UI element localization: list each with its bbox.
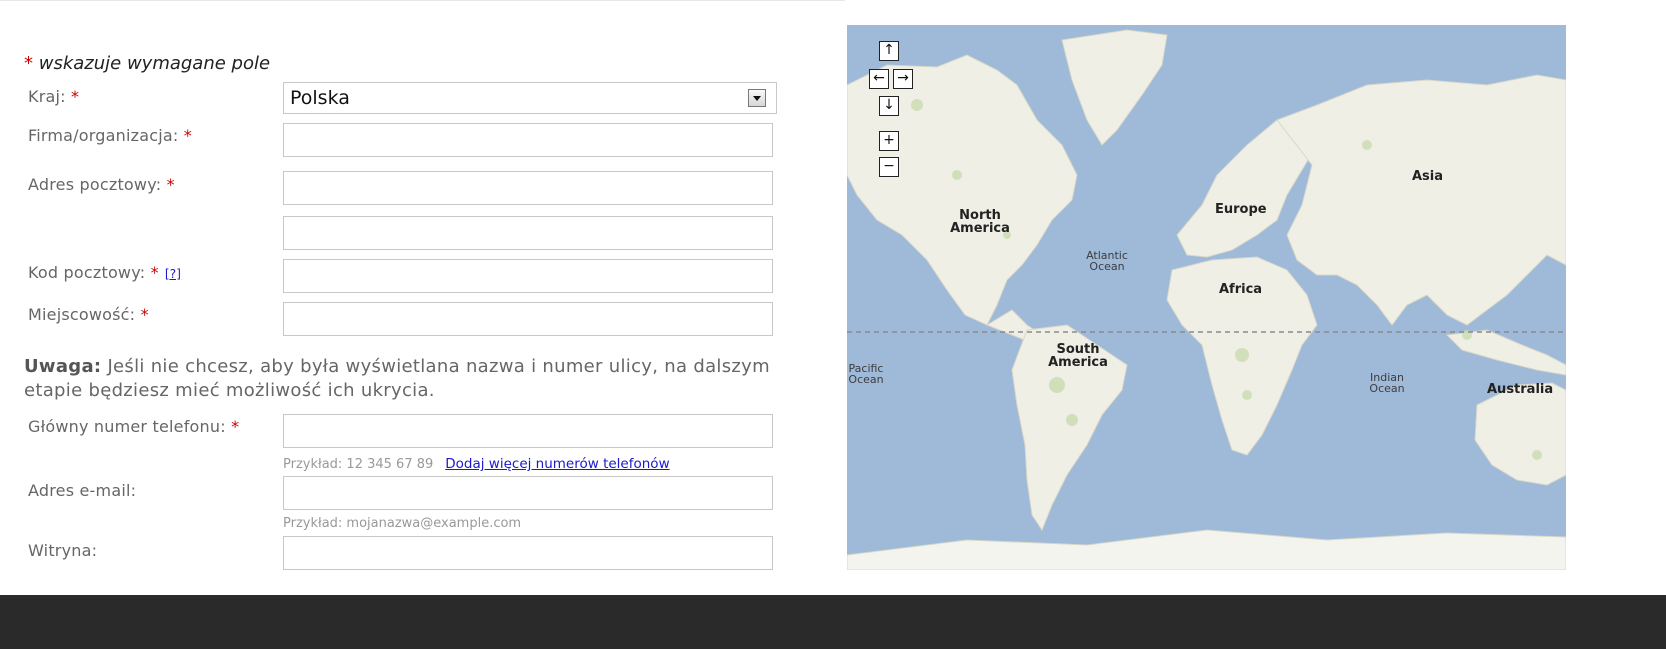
company-label: Firma/organizacja: *	[28, 126, 192, 145]
required-mark: *	[140, 305, 149, 324]
map-canvas	[847, 25, 1566, 570]
privacy-note: Uwaga: Jeśli nie chcesz, aby była wyświe…	[24, 355, 814, 403]
email-label: Adres e-mail:	[28, 481, 137, 500]
add-phone-numbers-link[interactable]: Dodaj więcej numerów telefonów	[445, 456, 669, 472]
dropdown-arrow-icon[interactable]	[748, 89, 766, 107]
north-america-label: North America	[950, 208, 1010, 236]
address-line2-input[interactable]	[283, 216, 773, 250]
postal-help-link[interactable]: [?]	[165, 267, 181, 281]
required-mark: *	[71, 87, 80, 106]
postal-code-input[interactable]	[283, 259, 773, 293]
note-bold: Uwaga:	[24, 356, 102, 377]
company-label-text: Firma/organizacja:	[28, 126, 179, 145]
address-label-text: Adres pocztowy:	[28, 175, 162, 194]
email-hint: Przykład: mojanazwa@example.com	[283, 516, 522, 531]
required-mark: *	[231, 417, 240, 436]
pan-left-button[interactable]: ←	[869, 69, 889, 89]
postal-label-text: Kod pocztowy:	[28, 263, 146, 282]
country-label-text: Kraj:	[28, 87, 66, 106]
phone-hint: Przykład: 12 345 67 89 Dodaj więcej numer…	[283, 456, 670, 472]
business-form: * wskazuje wymagane pole Kraj: * Polska …	[0, 0, 845, 576]
city-label-text: Miejscowość:	[28, 305, 136, 324]
country-select[interactable]: Polska	[283, 82, 777, 114]
website-input[interactable]	[283, 536, 773, 570]
required-note: * wskazuje wymagane pole	[24, 53, 270, 74]
phone-label-text: Główny numer telefonu:	[28, 417, 226, 436]
country-label: Kraj: *	[28, 87, 79, 106]
phone-hint-text: Przykład: 12 345 67 89	[283, 457, 434, 472]
pan-down-button[interactable]: ↓	[879, 96, 899, 116]
required-mark: *	[24, 53, 33, 74]
address-label: Adres pocztowy: *	[28, 175, 175, 194]
africa-label: Africa	[1219, 282, 1263, 297]
phone-label: Główny numer telefonu: *	[28, 417, 239, 436]
company-input[interactable]	[283, 123, 773, 157]
country-select-value: Polska	[290, 87, 350, 109]
required-mark: *	[166, 175, 175, 194]
south-america-label: South America	[1048, 342, 1108, 370]
asia-label: Asia	[1412, 169, 1444, 184]
pan-up-button[interactable]: ↑	[879, 41, 899, 61]
pacific-ocean-label: Pacific Ocean	[848, 362, 884, 386]
address-line1-input[interactable]	[283, 171, 773, 205]
atlantic-ocean-label: Atlantic Ocean	[1086, 249, 1128, 273]
note-text: Jeśli nie chcesz, aby była wyświetlana n…	[24, 356, 770, 401]
required-mark: *	[183, 126, 192, 145]
city-label: Miejscowość: *	[28, 305, 149, 324]
zoom-in-button[interactable]: +	[879, 131, 899, 151]
city-input[interactable]	[283, 302, 773, 336]
website-label: Witryna:	[28, 541, 98, 560]
footer-bar	[0, 595, 1666, 649]
pan-right-button[interactable]: →	[893, 69, 913, 89]
indian-ocean-label: Indian Ocean	[1369, 371, 1405, 395]
phone-input[interactable]	[283, 414, 773, 448]
zoom-out-button[interactable]: −	[879, 157, 899, 177]
required-mark: *	[150, 263, 159, 282]
world-map[interactable]: ↑ ← → ↓ + − North America Europe Asia Af…	[847, 25, 1566, 570]
postal-code-label: Kod pocztowy: * [?]	[28, 263, 181, 282]
email-input[interactable]	[283, 476, 773, 510]
europe-label: Europe	[1215, 202, 1267, 217]
australia-label: Australia	[1487, 382, 1554, 397]
required-note-text: wskazuje wymagane pole	[38, 53, 271, 74]
